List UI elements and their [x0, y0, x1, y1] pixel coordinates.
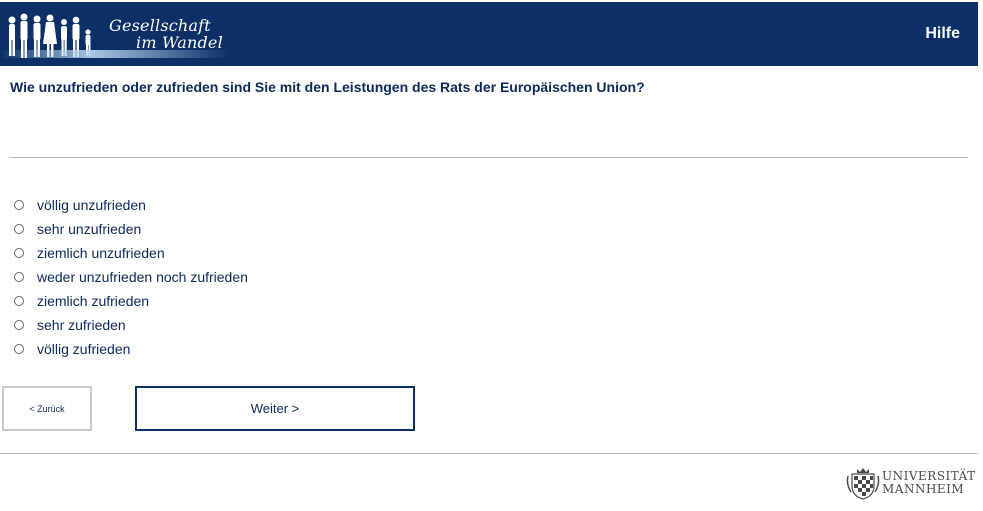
option-ziemlich-zufrieden[interactable]: ziemlich zufrieden: [14, 289, 248, 313]
header-bar: Gesellschaft im Wandel Hilfe: [0, 2, 978, 66]
university-name: UNIVERSITÄT MANNHEIM: [882, 470, 976, 496]
radio-button[interactable]: [14, 320, 24, 330]
option-ziemlich-unzufrieden[interactable]: ziemlich unzufrieden: [14, 241, 248, 265]
survey-page: Gesellschaft im Wandel Hilfe Wie unzufri…: [0, 0, 983, 511]
option-label: sehr zufrieden: [37, 317, 126, 333]
university-logo: UNIVERSITÄT MANNHEIM: [846, 465, 980, 503]
divider: [10, 157, 968, 158]
radio-button[interactable]: [14, 344, 24, 354]
radio-button[interactable]: [14, 224, 24, 234]
radio-button[interactable]: [14, 272, 24, 282]
option-label: ziemlich unzufrieden: [37, 245, 165, 261]
option-label: völlig zufrieden: [37, 341, 131, 357]
brand-title-line2: im Wandel: [136, 33, 223, 52]
option-weder-noch[interactable]: weder unzufrieden noch zufrieden: [14, 265, 248, 289]
answer-options: völlig unzufrieden sehr unzufrieden ziem…: [14, 193, 248, 361]
option-voellig-zufrieden[interactable]: völlig zufrieden: [14, 337, 248, 361]
question-text: Wie unzufrieden oder zufrieden sind Sie …: [10, 79, 645, 95]
option-label: weder unzufrieden noch zufrieden: [37, 269, 248, 285]
radio-button[interactable]: [14, 296, 24, 306]
help-link[interactable]: Hilfe: [925, 25, 960, 43]
option-label: sehr unzufrieden: [37, 221, 142, 237]
back-button[interactable]: < Zurück: [2, 386, 92, 431]
university-name-line2: MANNHEIM: [882, 482, 965, 496]
university-seal-icon: [846, 468, 880, 500]
option-sehr-zufrieden[interactable]: sehr zufrieden: [14, 313, 248, 337]
option-label: völlig unzufrieden: [37, 197, 146, 213]
option-label: ziemlich zufrieden: [37, 293, 150, 309]
radio-button[interactable]: [14, 200, 24, 210]
next-button[interactable]: Weiter >: [135, 386, 415, 431]
radio-button[interactable]: [14, 248, 24, 258]
option-voellig-unzufrieden[interactable]: völlig unzufrieden: [14, 193, 248, 217]
footer-divider: [0, 453, 978, 454]
option-sehr-unzufrieden[interactable]: sehr unzufrieden: [14, 217, 248, 241]
